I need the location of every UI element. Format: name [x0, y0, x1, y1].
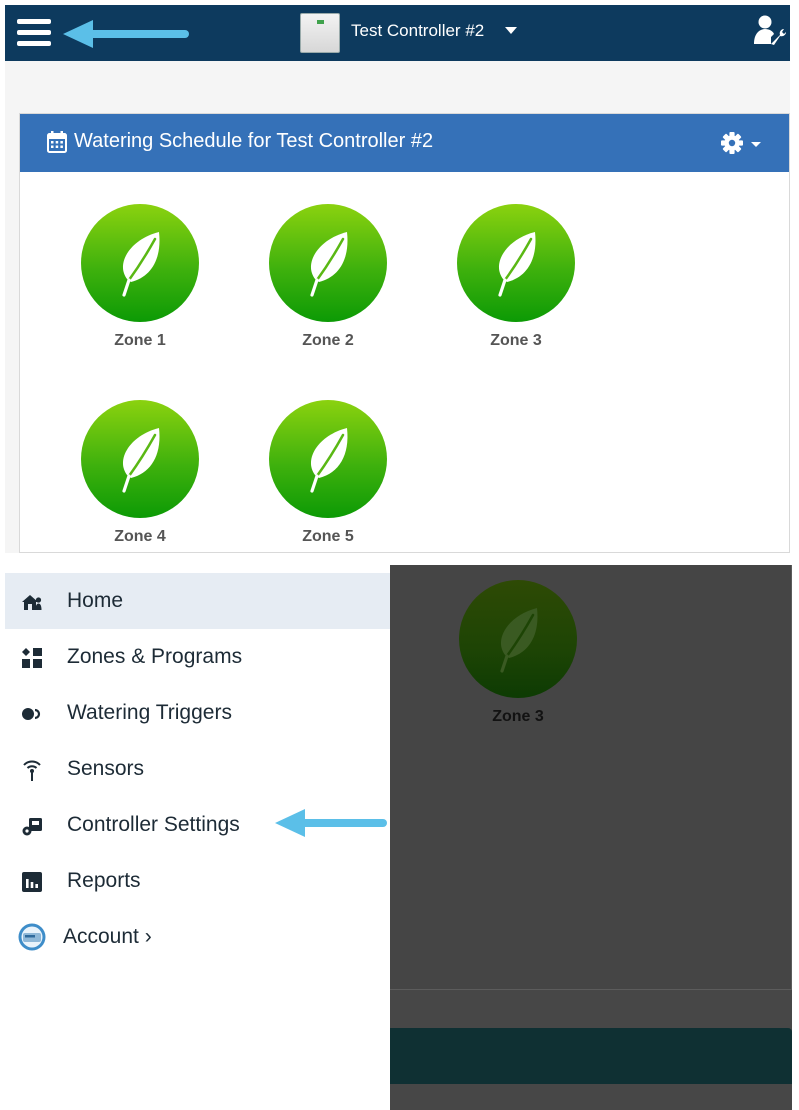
nav-item-watering-triggers[interactable]: Watering Triggers	[5, 685, 390, 741]
schedule-card-header: Watering Schedule for Test Controller #2	[20, 114, 789, 172]
controller-thumbnail[interactable]	[300, 13, 340, 53]
zone-label: Zone 2	[302, 332, 354, 349]
leaf-icon	[310, 428, 348, 493]
zone-4-button[interactable]: Zone 4	[79, 400, 199, 550]
zone-leaf-badge	[459, 580, 577, 698]
zone-leaf-badge	[269, 204, 387, 322]
zone-1-button[interactable]: Zone 1	[79, 204, 199, 354]
home-icon	[22, 595, 42, 610]
top-navbar: Test Controller #2	[5, 5, 790, 61]
dimmed-zone-3: Zone 3	[457, 580, 579, 730]
nav-item-label: Controller Settings	[67, 813, 240, 836]
dimmed-card-header	[390, 1028, 792, 1084]
zone-leaf-badge	[81, 400, 199, 518]
user-settings-icon[interactable]	[751, 14, 787, 50]
nav-item-account[interactable]: Account ›	[5, 909, 390, 965]
leaf-icon	[122, 232, 160, 297]
dimmed-schedule-card	[390, 565, 792, 990]
controller-schedule-screen: Test Controller #2 Watering Schedule for…	[5, 5, 790, 553]
controller-settings-icon	[22, 818, 42, 836]
leaf-icon	[498, 232, 536, 297]
zone-label: Zone 1	[114, 332, 166, 349]
annotation-arrow-icon	[63, 20, 189, 48]
nav-item-label: Sensors	[67, 757, 145, 780]
nav-item-label: Home	[67, 589, 124, 612]
controller-selector[interactable]: Test Controller #2	[351, 21, 484, 41]
schedule-title: Watering Schedule for Test Controller #2	[74, 130, 434, 152]
zone-leaf-badge	[81, 204, 199, 322]
zone-label: Zone 5	[302, 528, 354, 545]
zone-leaf-badge	[457, 204, 575, 322]
zone-label: Zone 3	[490, 332, 542, 349]
zone-label: Zone 4	[114, 528, 166, 545]
zones-icon	[22, 648, 42, 668]
sensor-icon	[23, 760, 41, 781]
nav-item-label: Account ›	[63, 925, 152, 948]
zone-5-button[interactable]: Zone 5	[267, 400, 387, 550]
annotation-arrow-icon	[275, 809, 387, 837]
caret-down-icon[interactable]	[505, 27, 517, 34]
nav-item-reports[interactable]: Reports	[5, 853, 390, 909]
nav-item-home[interactable]: Home	[5, 573, 390, 629]
zone-2-button[interactable]: Zone 2	[267, 204, 387, 354]
calendar-icon	[47, 131, 67, 153]
zone-label: Zone 3	[492, 708, 544, 725]
hamburger-menu-icon[interactable]	[17, 19, 51, 47]
nav-item-label: Watering Triggers	[67, 701, 232, 724]
watering-schedule-card: Watering Schedule for Test Controller #2	[19, 113, 790, 553]
nav-item-label: Zones & Programs	[67, 645, 243, 668]
nav-item-label: Reports	[67, 869, 141, 892]
nav-item-sensors[interactable]: Sensors	[5, 741, 390, 797]
account-avatar-icon	[18, 923, 46, 951]
leaf-icon	[122, 428, 160, 493]
leaf-icon	[500, 608, 538, 673]
leaf-icon	[310, 232, 348, 297]
zone-3-button[interactable]: Zone 3	[455, 204, 575, 354]
reports-icon	[22, 872, 42, 892]
zone-leaf-badge	[269, 400, 387, 518]
triggers-icon	[22, 708, 41, 720]
navigation-drawer-screen: Zone 3 Home Zones & Programs Watering Tr…	[5, 565, 792, 1110]
nav-item-zones-programs[interactable]: Zones & Programs	[5, 629, 390, 685]
gear-dropdown-icon[interactable]	[720, 131, 766, 155]
